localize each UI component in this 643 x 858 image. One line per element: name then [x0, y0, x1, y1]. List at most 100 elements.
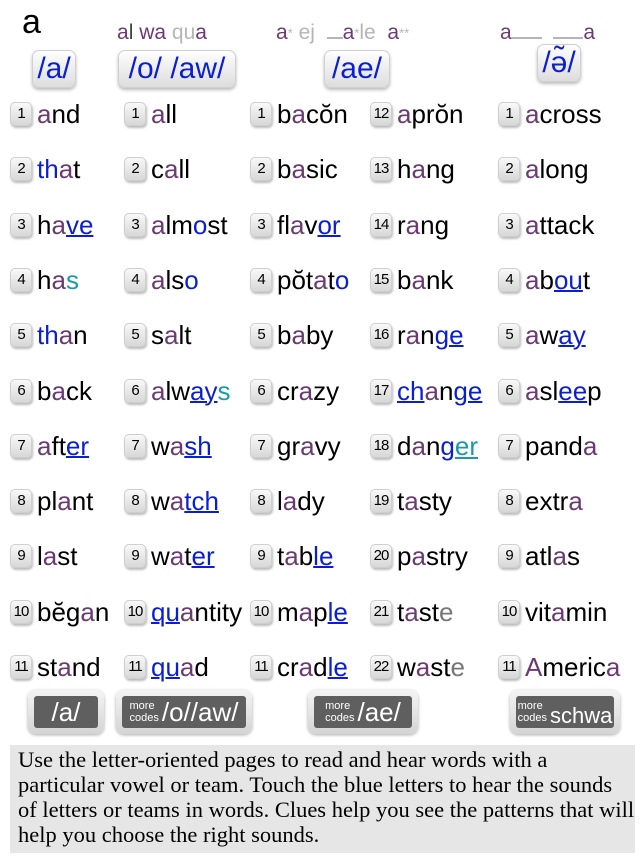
word-text[interactable]: panda — [525, 426, 597, 466]
sound-letters-link[interactable]: o — [193, 210, 207, 240]
sound-letters-link[interactable]: ge — [453, 376, 482, 406]
sound-letters-link[interactable]: er — [191, 541, 214, 571]
sound-letters-link[interactable]: qu — [151, 597, 180, 627]
sound-letters-link[interactable]: ve — [66, 210, 93, 240]
word-text[interactable]: away — [525, 315, 586, 355]
sound-letters-link[interactable]: g — [440, 431, 454, 461]
sound-letters-link[interactable]: o — [335, 265, 349, 295]
word-number-button[interactable]: 11 — [124, 655, 146, 679]
word-text[interactable]: quad — [151, 647, 209, 687]
word-text[interactable]: gravy — [277, 426, 341, 466]
word-text[interactable]: atlas — [525, 536, 580, 576]
word-number-button[interactable]: 6 — [498, 378, 520, 403]
sound-letters-link[interactable]: sh — [184, 431, 211, 461]
word-number-button[interactable]: 5 — [10, 323, 32, 348]
word-text[interactable]: water — [151, 536, 215, 576]
word-number-button[interactable]: 3 — [124, 212, 146, 237]
word-text[interactable]: has — [37, 260, 79, 300]
word-text[interactable]: range — [397, 315, 464, 355]
sound-letters-link[interactable]: ay — [558, 320, 585, 350]
word-number-button[interactable]: 1 — [498, 102, 520, 126]
sound-letters-link[interactable]: th — [37, 154, 59, 184]
word-text[interactable]: vitamin — [525, 592, 607, 632]
word-text[interactable]: have — [37, 205, 93, 245]
word-number-button[interactable]: 6 — [10, 378, 32, 403]
word-text[interactable]: tasty — [397, 481, 452, 521]
word-number-button[interactable]: 9 — [10, 544, 32, 569]
word-text[interactable]: plant — [37, 481, 93, 521]
sound-letters-link[interactable]: le — [328, 597, 348, 627]
word-text[interactable]: danger — [397, 426, 478, 466]
sound-letters-link[interactable]: ou — [554, 265, 583, 295]
word-number-button[interactable]: 21 — [370, 599, 392, 624]
word-number-button[interactable]: 16 — [370, 323, 392, 348]
word-text[interactable]: extra — [525, 481, 583, 521]
word-number-button[interactable]: 7 — [250, 433, 272, 458]
sound-button-schwa[interactable]: /ə̃/ — [537, 44, 581, 82]
word-number-button[interactable]: 1 — [124, 102, 146, 126]
word-number-button[interactable]: 2 — [498, 157, 520, 182]
word-text[interactable]: hang — [397, 149, 455, 189]
sound-letters-link[interactable]: qu — [151, 652, 180, 682]
word-text[interactable]: basic — [277, 149, 338, 189]
sound-letters-link[interactable]: ay — [190, 376, 217, 406]
sound-letters-link[interactable]: th — [37, 320, 59, 350]
word-text[interactable]: along — [525, 149, 589, 189]
word-number-button[interactable]: 10 — [10, 599, 32, 624]
word-number-button[interactable]: 15 — [370, 267, 392, 292]
word-text[interactable]: salt — [151, 315, 191, 355]
sound-button-ae[interactable]: /ae/ — [324, 50, 390, 88]
word-text[interactable]: flavor — [277, 205, 341, 245]
word-text[interactable]: about — [525, 260, 590, 300]
word-text[interactable]: America — [525, 647, 620, 687]
word-text[interactable]: always — [151, 371, 231, 411]
word-number-button[interactable]: 10 — [250, 599, 272, 624]
word-text[interactable]: and — [37, 94, 80, 134]
word-text[interactable]: across — [525, 94, 602, 134]
word-text[interactable]: pastry — [397, 536, 468, 576]
word-text[interactable]: table — [277, 536, 333, 576]
word-number-button[interactable]: 8 — [250, 489, 272, 514]
word-text[interactable]: wash — [151, 426, 212, 466]
word-number-button[interactable]: 6 — [124, 378, 146, 403]
word-text[interactable]: call — [151, 149, 190, 189]
word-text[interactable]: pŏtato — [277, 260, 349, 300]
word-text[interactable]: change — [397, 371, 482, 411]
word-number-button[interactable]: 4 — [124, 267, 146, 292]
sound-letters-link[interactable]: ch — [397, 376, 424, 406]
sound-letters-link[interactable]: ge — [435, 320, 464, 350]
word-number-button[interactable]: 2 — [124, 157, 146, 182]
word-text[interactable]: bank — [397, 260, 453, 300]
word-text[interactable]: attack — [525, 205, 594, 245]
sound-letters-link[interactable]: o — [184, 265, 198, 295]
word-number-button[interactable]: 4 — [10, 267, 32, 292]
word-text[interactable]: watch — [151, 481, 219, 521]
word-text[interactable]: asleep — [525, 371, 602, 411]
word-number-button[interactable]: 18 — [370, 433, 392, 458]
word-text[interactable]: back — [37, 371, 92, 411]
word-text[interactable]: aprŏn — [397, 94, 464, 134]
word-number-button[interactable]: 6 — [250, 378, 272, 403]
word-number-button[interactable]: 8 — [10, 489, 32, 514]
word-number-button[interactable]: 22 — [370, 655, 392, 679]
word-number-button[interactable]: 9 — [498, 544, 520, 569]
word-number-button[interactable]: 11 — [498, 655, 520, 679]
word-text[interactable]: bacŏn — [277, 94, 348, 134]
more-codes-button-o-aw[interactable]: more codes/o//aw/ — [116, 690, 252, 734]
word-text[interactable]: lady — [277, 481, 325, 521]
word-number-button[interactable]: 7 — [124, 433, 146, 458]
word-number-button[interactable]: 12 — [370, 102, 392, 126]
word-text[interactable]: bĕgan — [37, 592, 109, 632]
word-number-button[interactable]: 9 — [124, 544, 146, 569]
word-number-button[interactable]: 10 — [124, 599, 146, 624]
word-text[interactable]: waste — [397, 647, 465, 687]
word-text[interactable]: crazy — [277, 371, 339, 411]
word-number-button[interactable]: 5 — [250, 323, 272, 348]
word-number-button[interactable]: 4 — [250, 267, 272, 292]
word-number-button[interactable]: 17 — [370, 378, 392, 403]
word-text[interactable]: baby — [277, 315, 333, 355]
word-text[interactable]: also — [151, 260, 199, 300]
code-button-a-short[interactable]: /a/ — [28, 690, 104, 734]
sound-letters-link[interactable]: ee — [558, 376, 587, 406]
word-number-button[interactable]: 7 — [10, 433, 32, 458]
